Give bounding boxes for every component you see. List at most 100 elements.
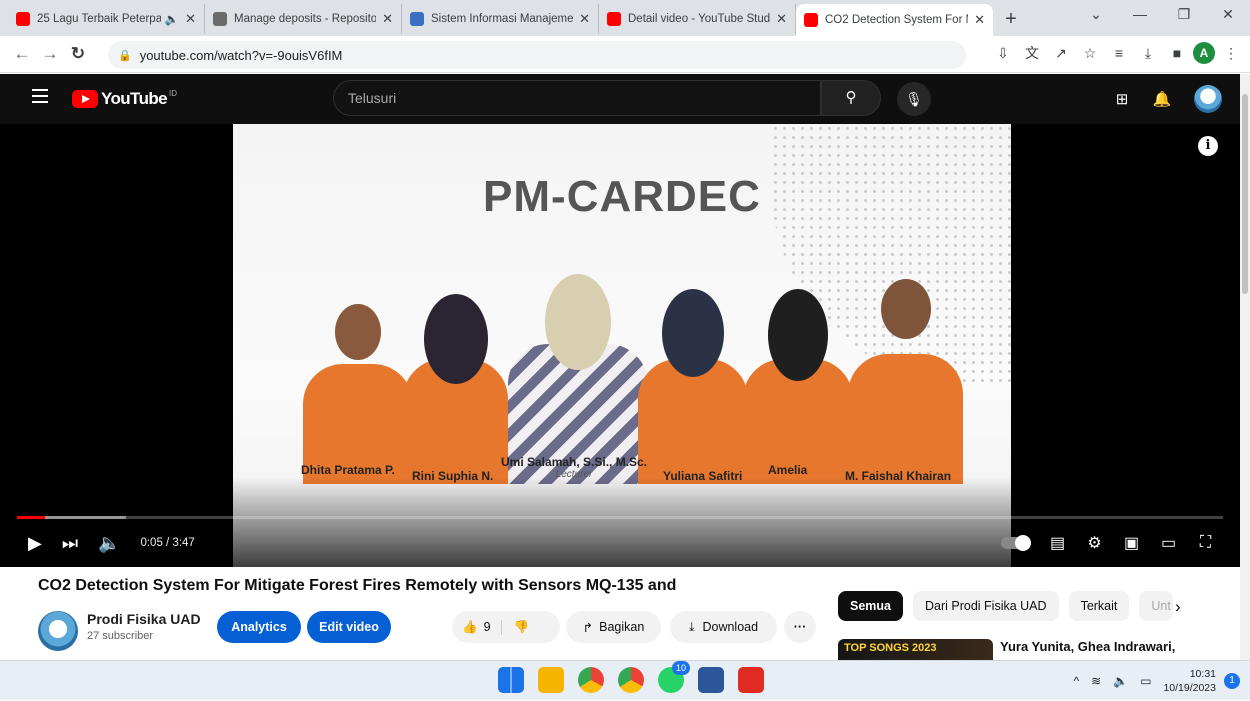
translate-icon[interactable]: 文 <box>1019 43 1045 63</box>
windows-taskbar: 10 ^ ≋ 🔈 ▭ 10:31 10/19/2023 1 <box>0 660 1250 700</box>
word-icon[interactable] <box>698 667 724 693</box>
minimize-button[interactable]: — <box>1118 0 1162 30</box>
system-clock[interactable]: 10:31 10/19/2023 <box>1163 667 1216 695</box>
wifi-icon[interactable]: ≋ <box>1091 674 1101 688</box>
fullscreen-icon[interactable]: ⛶ <box>1187 534 1224 552</box>
bookmark-star-icon[interactable]: ☆ <box>1077 45 1103 62</box>
suggestion-title[interactable]: Yura Yunita, Ghea Indrawari, <box>1000 639 1175 654</box>
show-hidden-icons-chevron-icon[interactable]: ^ <box>1073 674 1079 688</box>
chrome-icon[interactable] <box>578 667 604 693</box>
battery-icon[interactable]: ▭ <box>1140 674 1151 688</box>
more-actions-button[interactable]: ··· <box>784 611 816 643</box>
downloads-icon[interactable]: ⤓ <box>1135 45 1161 62</box>
browser-tab[interactable]: Detail video - YouTube Studi ✕ <box>599 4 796 34</box>
tab-close-icon[interactable]: ✕ <box>974 12 985 28</box>
share-label: Bagikan <box>599 620 645 634</box>
restore-button[interactable]: ❐ <box>1162 0 1206 30</box>
tab-close-icon[interactable]: ✕ <box>382 11 393 27</box>
tab-close-icon[interactable]: ✕ <box>579 11 590 27</box>
windows-start-icon[interactable] <box>498 667 524 693</box>
settings-gear-icon[interactable]: ⚙ <box>1076 533 1113 553</box>
tab-close-icon[interactable]: ✕ <box>185 11 196 27</box>
thumbs-up-icon: 👍 <box>462 619 478 634</box>
url-text: youtube.com/watch?v=-9ouisV6fIM <box>139 47 343 63</box>
browser-tab[interactable]: CO2 Detection System For M ✕ <box>796 4 993 36</box>
filter-chip[interactable]: Semua <box>838 591 903 621</box>
tab-favicon-icon <box>16 12 30 26</box>
like-button[interactable]: 👍 9 <box>462 619 502 635</box>
filter-chip[interactable]: Terkait <box>1068 591 1130 621</box>
played-bar <box>17 516 45 519</box>
browser-tab[interactable]: Manage deposits - Reposito ✕ <box>205 4 402 34</box>
new-tab-button[interactable]: + <box>997 5 1025 33</box>
tab-title: CO2 Detection System For M <box>825 14 969 26</box>
person-figure <box>743 289 853 484</box>
video-details: CO2 Detection System For Mitigate Forest… <box>0 567 1240 664</box>
browser-tab-strip: 25 Lagu Terbaik Peterpa 🔈 ✕ Manage deposits… <box>0 0 1250 36</box>
info-icon[interactable]: i <box>1198 136 1218 156</box>
voice-search-button[interactable]: 🎙 <box>897 82 931 116</box>
forward-button[interactable]: → <box>36 44 64 64</box>
dislike-button[interactable]: 👎 <box>502 620 530 635</box>
notifications-bell-icon[interactable]: 🔔 <box>1142 90 1182 108</box>
analytics-button[interactable]: Analytics <box>217 611 301 643</box>
miniplayer-icon[interactable]: ▣ <box>1113 533 1150 553</box>
thumbs-down-icon: 👎 <box>513 619 530 634</box>
youtube-logo[interactable]: YouTube ID <box>72 89 177 109</box>
person-figure <box>848 279 963 484</box>
reading-list-icon[interactable]: ≡ <box>1106 45 1132 61</box>
file-explorer-icon[interactable] <box>538 667 564 693</box>
chrome-profile-icon[interactable] <box>618 667 644 693</box>
tab-audio-icon[interactable]: 🔈 <box>165 12 179 26</box>
edit-video-button[interactable]: Edit video <box>307 611 391 643</box>
share-button[interactable]: ↱ Bagikan <box>566 611 661 643</box>
profile-avatar[interactable]: A <box>1193 42 1215 64</box>
tab-search-icon[interactable]: ⌄ <box>1074 0 1118 30</box>
filter-chip[interactable]: Dari Prodi Fisika UAD <box>913 591 1059 621</box>
install-app-icon[interactable]: ⇩ <box>990 45 1016 62</box>
autoplay-toggle[interactable] <box>1001 535 1031 551</box>
menu-hamburger-icon[interactable] <box>32 89 48 103</box>
back-button[interactable]: ← <box>8 44 36 64</box>
download-label: Download <box>702 620 759 634</box>
progress-bar[interactable] <box>17 516 1223 519</box>
account-avatar[interactable] <box>1194 85 1222 113</box>
clock-date: 10/19/2023 <box>1163 682 1216 694</box>
filter-chip[interactable]: Unt <box>1139 591 1174 621</box>
download-icon: ⤓ <box>688 619 695 634</box>
theater-mode-icon[interactable]: ▭ <box>1150 533 1187 553</box>
channel-avatar[interactable] <box>38 611 78 651</box>
volume-icon[interactable]: 🔈 <box>98 533 120 554</box>
video-player[interactable]: PM-CARDEC Dhita Pratama P. Rini Suphia N… <box>0 124 1240 567</box>
tab-close-icon[interactable]: ✕ <box>776 11 787 27</box>
speaker-icon[interactable]: 🔈 <box>1113 674 1128 688</box>
chrome-menu-icon[interactable]: ⋮ <box>1218 45 1244 62</box>
person-figure <box>638 289 748 484</box>
microphone-icon: 🎙 <box>905 91 923 107</box>
side-panel-icon[interactable]: ■ <box>1164 45 1190 61</box>
browser-tab[interactable]: Sistem Informasi Manajeme ✕ <box>402 4 599 34</box>
close-window-button[interactable]: ✕ <box>1206 0 1250 30</box>
share-icon[interactable]: ↗ <box>1048 45 1074 62</box>
url-field[interactable]: 🔒 youtube.com/watch?v=-9ouisV6fIM <box>108 41 966 69</box>
browser-tab[interactable]: 25 Lagu Terbaik Peterpa 🔈 ✕ <box>8 4 205 34</box>
create-video-icon[interactable]: ⊞ <box>1102 90 1142 108</box>
play-icon[interactable]: ▶ <box>28 533 42 554</box>
next-video-icon[interactable]: ⏭ <box>62 533 78 554</box>
chips-next-arrow-icon[interactable]: › <box>1175 597 1181 617</box>
share-arrow-icon: ↱ <box>582 620 594 635</box>
address-bar-row: ← → ↻ 🔒 youtube.com/watch?v=-9ouisV6fIM … <box>0 36 1250 73</box>
reload-button[interactable]: ↻ <box>64 44 92 64</box>
unread-badge: 10 <box>671 661 690 675</box>
search-button[interactable]: ⚲ <box>821 80 881 116</box>
subtitles-icon[interactable]: ▤ <box>1039 533 1076 553</box>
download-button[interactable]: ⤓ Download <box>670 611 777 643</box>
channel-name[interactable]: Prodi Fisika UAD <box>87 611 201 627</box>
search-input[interactable]: Telusuri <box>333 80 821 116</box>
whatsapp-icon[interactable]: 10 <box>658 661 690 693</box>
notification-badge[interactable]: 1 <box>1224 673 1240 689</box>
page-scrollbar[interactable] <box>1240 74 1250 660</box>
acrobat-icon[interactable] <box>738 667 764 693</box>
youtube-logo-text: YouTube <box>101 89 168 108</box>
tab-favicon-icon <box>804 13 818 27</box>
